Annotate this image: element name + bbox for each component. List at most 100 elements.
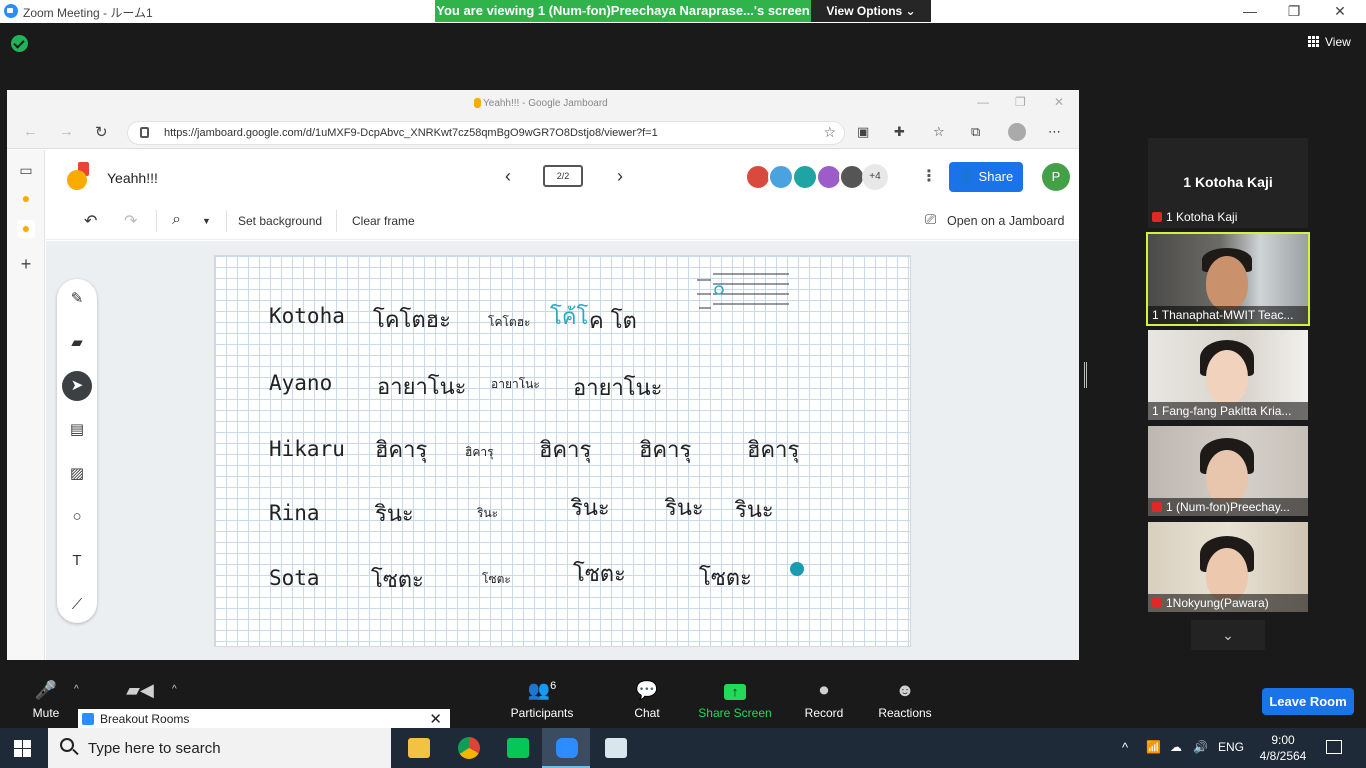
address-bar[interactable]: https://jamboard.google.com/d/1uMXF9-Dcp… — [127, 121, 845, 145]
jam-title[interactable]: Yeahh!!! — [107, 170, 158, 186]
participant-tile[interactable]: 1 Fang-fang Pakitta Kria... — [1148, 330, 1308, 420]
taskbar-search[interactable]: Type here to search — [48, 728, 391, 768]
record-button[interactable]: ⏺ Record — [802, 680, 846, 720]
leave-room-button[interactable]: Leave Room — [1262, 688, 1354, 715]
chevron-down-icon[interactable]: ⌄ — [1191, 620, 1265, 650]
notification-center-icon[interactable] — [1326, 740, 1342, 754]
file-explorer-icon[interactable] — [394, 728, 442, 768]
image-tool-icon[interactable]: ▨ — [62, 459, 92, 489]
clock-date: 4/8/2564 — [1259, 749, 1307, 763]
extension-icon[interactable]: ▣ — [857, 124, 869, 140]
split-resize-handle[interactable] — [1084, 362, 1087, 388]
paint-icon[interactable] — [591, 728, 639, 768]
profile-icon[interactable] — [1008, 123, 1026, 141]
jamboard-logo[interactable] — [67, 162, 89, 190]
volume-icon[interactable]: 🔊 — [1193, 740, 1208, 754]
grid-icon — [1308, 36, 1319, 47]
clear-frame-button[interactable]: Clear frame — [352, 214, 415, 228]
thai-typed: โซตะ — [482, 572, 511, 586]
thai-practice: รินะ — [665, 496, 704, 521]
mute-button[interactable]: 🎤 Mute — [26, 680, 66, 720]
puzzle-icon[interactable]: ✚ — [894, 124, 905, 140]
collections-icon[interactable]: ⧉ — [971, 124, 980, 140]
back-icon[interactable]: ← — [23, 123, 38, 140]
line-app-icon[interactable] — [493, 728, 541, 768]
participant-tile[interactable]: 1 Thanaphat-MWIT Teac... — [1146, 232, 1310, 326]
reactions-button[interactable]: ☻ Reactions — [878, 680, 932, 720]
select-tool-icon[interactable]: ➤ — [62, 371, 92, 401]
share-screen-button[interactable]: ↑ Share Screen — [698, 680, 772, 720]
next-frame-icon[interactable]: › — [617, 166, 623, 187]
thai-practice: โซตะ — [573, 562, 626, 587]
chat-button[interactable]: 💬 Chat — [624, 680, 670, 720]
chat-icon: 💬 — [635, 680, 659, 700]
jam-frame[interactable]: Kotoha โคโตฮะ โคโตฮะ โค้โ ค โต Ayano อาย… — [214, 255, 911, 647]
jamboard-toolbar: ↶ ↷ ⌕ ▼ Set background Clear frame ⎚ Ope… — [46, 202, 1079, 240]
participant-tile[interactable]: 1Nokyung(Pawara) — [1148, 522, 1308, 612]
system-clock[interactable]: 9:00 4/8/2564 — [1258, 732, 1308, 764]
forward-icon[interactable]: → — [59, 123, 74, 140]
browser-restore-icon[interactable]: ❐ — [1015, 95, 1026, 109]
participant-tile[interactable]: 1 (Num-fon)Preechay... — [1148, 426, 1308, 516]
favorite-star-icon[interactable]: ☆ — [823, 124, 836, 141]
laser-tool-icon[interactable]: ⟋ — [62, 590, 92, 620]
zoom-icon[interactable]: ⌕ — [172, 211, 181, 229]
participants-button[interactable]: 👥6 Participants — [506, 680, 578, 720]
minimize-icon[interactable]: — — [1240, 3, 1260, 19]
sticky-note-icon[interactable]: ▤ — [62, 415, 92, 445]
share-button[interactable]: 👤 Share — [949, 162, 1023, 192]
person-icon: 👤 — [958, 169, 975, 184]
redo-icon[interactable]: ↷ — [124, 211, 137, 231]
thai-practice: โซตะ — [699, 566, 752, 591]
share-screen-icon: ↑ — [698, 680, 772, 702]
record-icon: ⏺ — [819, 680, 829, 700]
open-on-jamboard-button[interactable]: Open on a Jamboard — [947, 214, 1064, 228]
tab-actions-icon[interactable]: ▭ — [17, 162, 35, 180]
frame-counter[interactable]: 2/2 — [543, 165, 583, 187]
collaborator-avatar[interactable] — [768, 164, 794, 190]
thai-handwritten: โซตะ — [371, 568, 424, 593]
new-tab-icon[interactable]: + — [17, 254, 35, 274]
restore-icon[interactable]: ❐ — [1284, 3, 1304, 20]
collaborator-avatar[interactable] — [792, 164, 818, 190]
video-button[interactable]: ▰◀ — [120, 680, 160, 706]
video-options-icon[interactable]: ^ — [172, 684, 177, 695]
text-box-icon[interactable]: T — [62, 546, 92, 576]
more-options-icon[interactable]: ⋮ — [921, 166, 937, 186]
view-layout-button[interactable]: View — [1308, 35, 1351, 49]
breakout-rooms-popup[interactable]: Breakout Rooms ✕ — [78, 709, 450, 729]
viewing-screen-banner: You are viewing 1 (Num-fon)Preechaya Nar… — [435, 0, 811, 22]
reload-icon[interactable]: ↻ — [95, 123, 108, 141]
chrome-icon[interactable] — [444, 728, 492, 768]
active-speaker-name: 1 Kotoha Kaji — [1183, 174, 1273, 190]
circle-tool-icon[interactable]: ○ — [62, 502, 92, 532]
user-avatar[interactable]: P — [1042, 163, 1070, 191]
undo-icon[interactable]: ↶ — [84, 211, 97, 231]
pen-tool-icon[interactable]: ✎ — [62, 284, 92, 314]
set-background-button[interactable]: Set background — [238, 214, 322, 228]
browser-minimize-icon[interactable]: — — [977, 95, 989, 109]
tray-expand-icon[interactable]: ^ — [1122, 740, 1128, 755]
roman-name: Hikaru — [269, 437, 345, 461]
url-text: https://jamboard.google.com/d/1uMXF9-Dcp… — [164, 127, 658, 139]
more-menu-icon[interactable]: ⋯ — [1048, 124, 1061, 140]
network-icon[interactable]: 📶 — [1146, 740, 1161, 754]
audio-options-icon[interactable]: ^ — [74, 684, 79, 695]
browser-close-icon[interactable]: ✕ — [1054, 95, 1064, 109]
tab-jamboard-1-icon[interactable]: ● — [17, 190, 35, 208]
tab-jamboard-2-icon[interactable]: ● — [17, 220, 35, 238]
close-icon[interactable]: ✕ — [1330, 3, 1350, 20]
view-options-button[interactable]: View Options ⌄ — [811, 0, 931, 22]
favorites-icon[interactable]: ☆ — [933, 124, 945, 140]
onedrive-icon[interactable]: ☁ — [1170, 740, 1182, 754]
previous-frame-icon[interactable]: ‹ — [505, 166, 511, 187]
windows-start-icon[interactable] — [14, 740, 31, 757]
encryption-shield-icon[interactable] — [11, 35, 28, 52]
cast-icon[interactable]: ⎚ — [925, 211, 936, 228]
close-icon[interactable]: ✕ — [429, 710, 442, 728]
zoom-taskbar-icon[interactable] — [542, 728, 590, 768]
language-indicator[interactable]: ENG — [1218, 740, 1244, 754]
more-collaborators-badge[interactable]: +4 — [862, 164, 888, 190]
eraser-tool-icon[interactable]: ▰ — [62, 328, 92, 358]
zoom-dropdown-icon[interactable]: ▼ — [202, 216, 211, 226]
